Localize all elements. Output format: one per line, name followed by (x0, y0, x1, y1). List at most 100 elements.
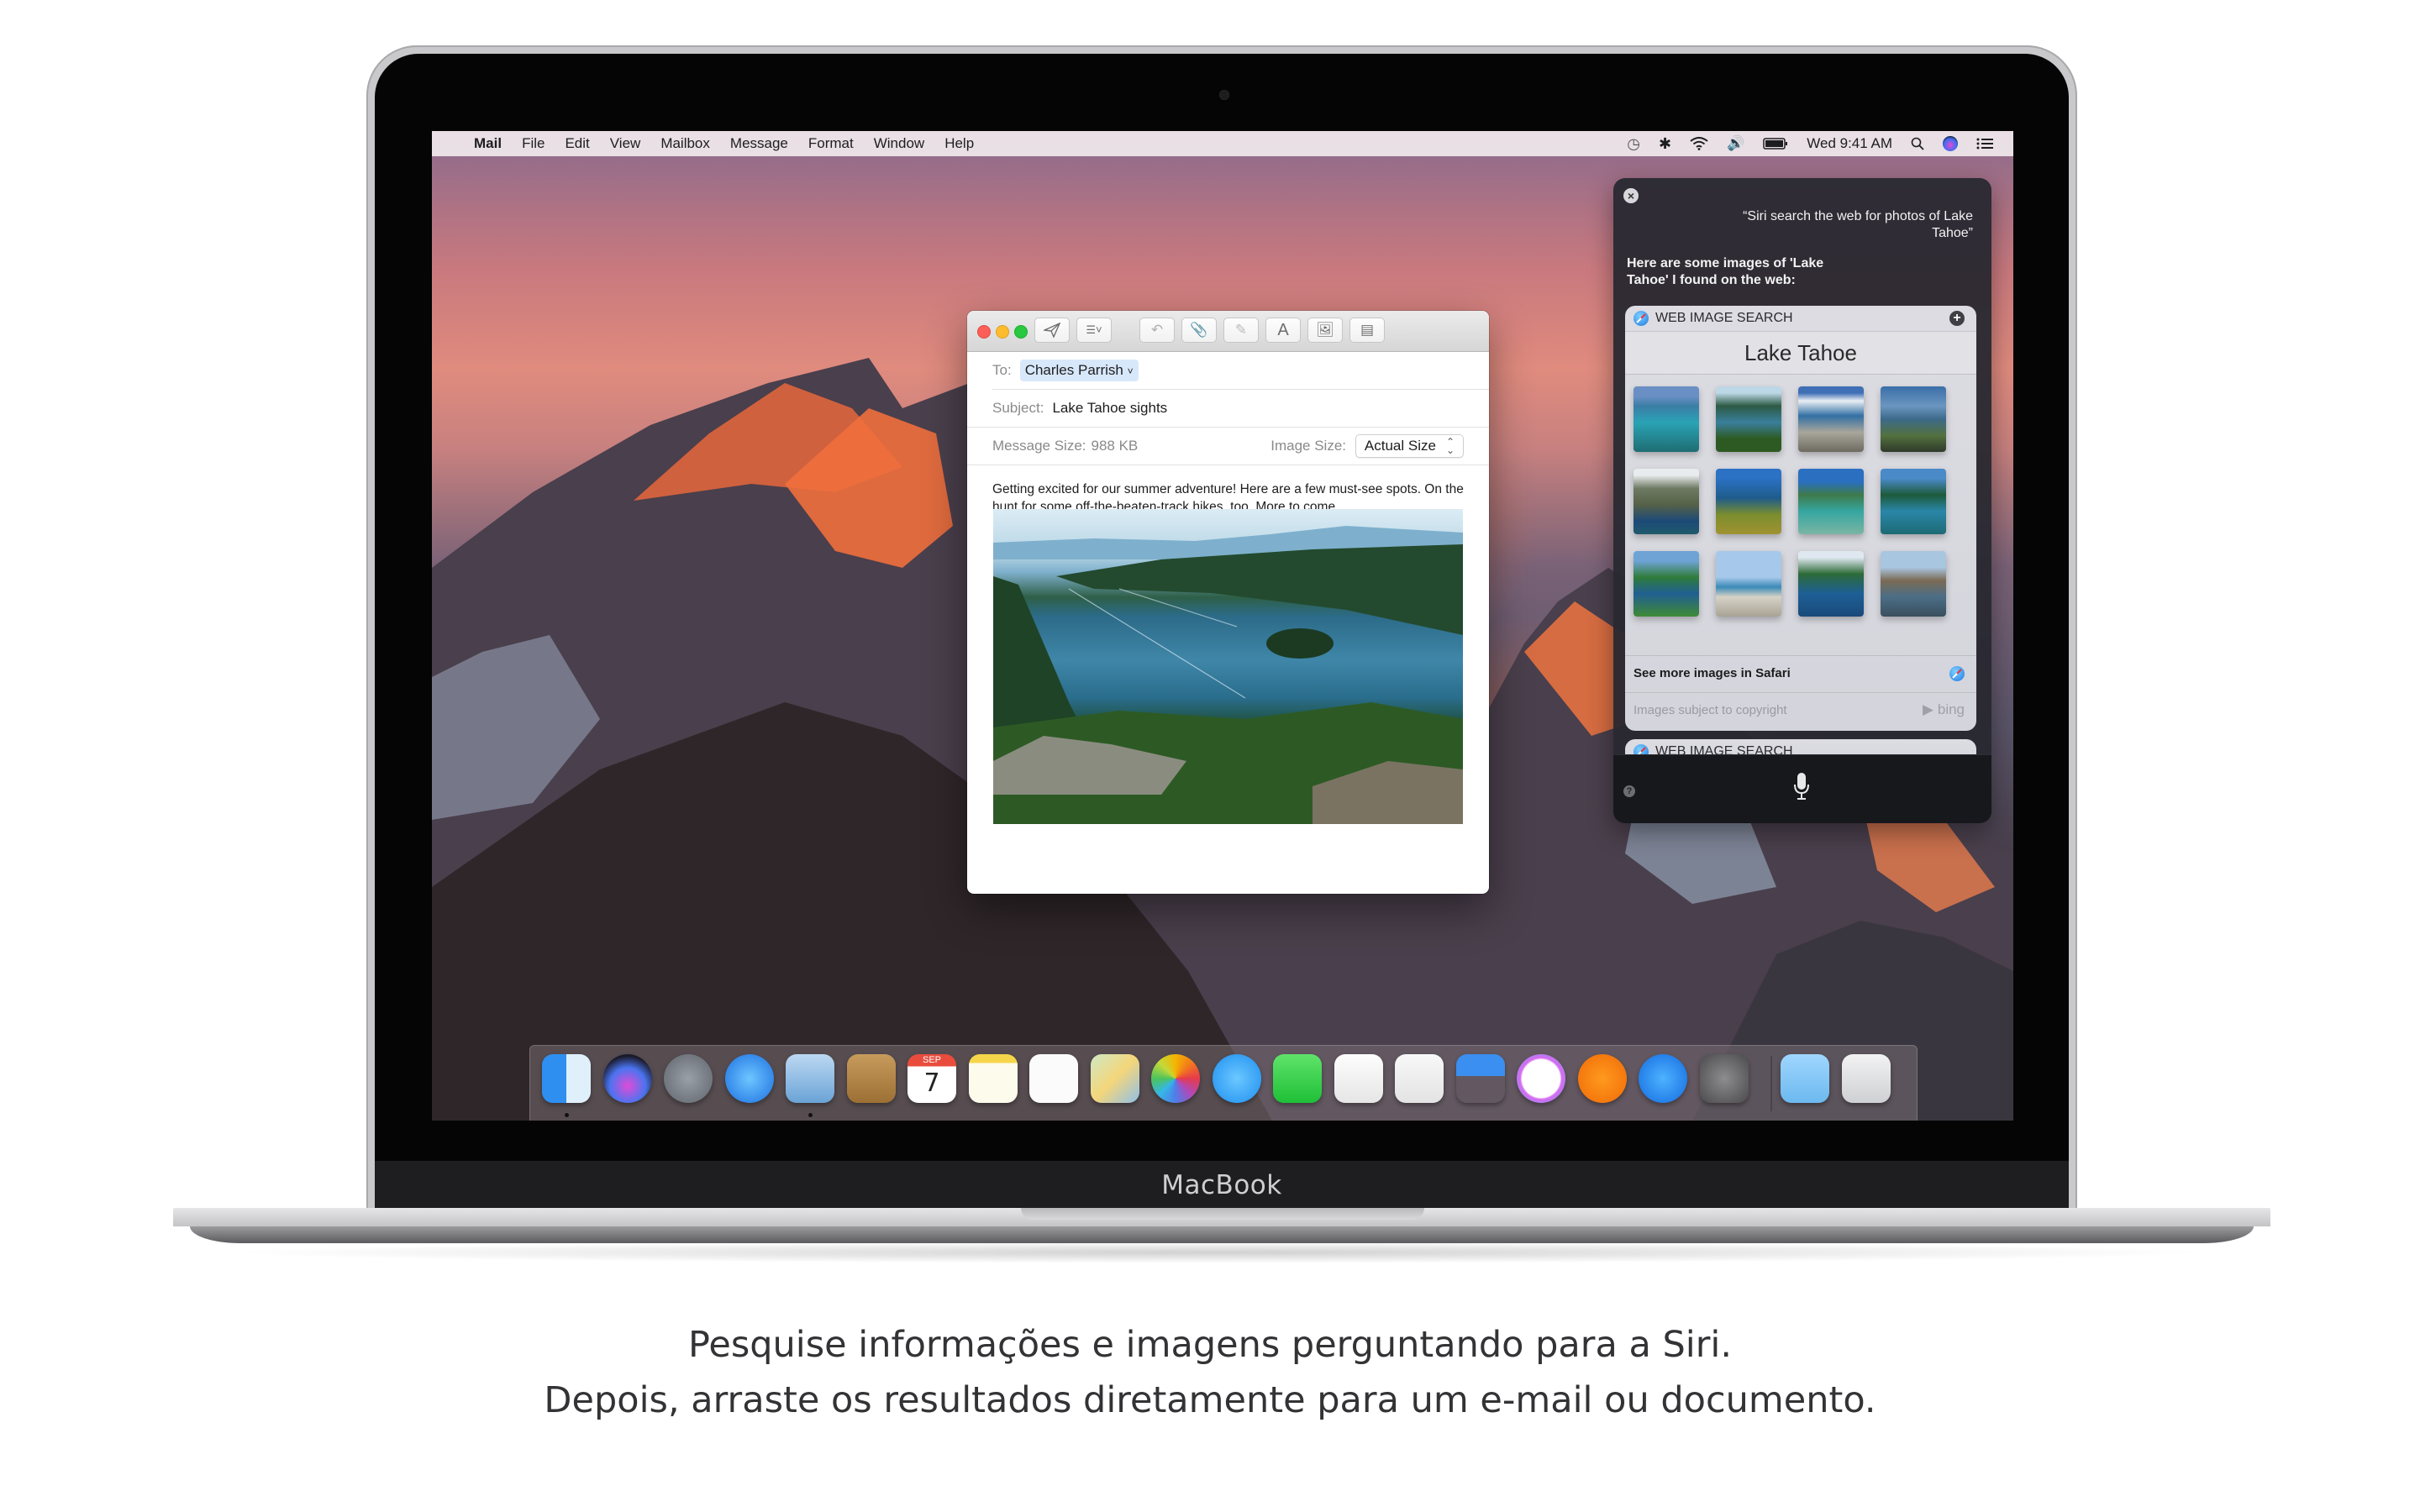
dock-messages-icon[interactable] (1212, 1054, 1261, 1103)
siri-close-button[interactable]: × (1623, 188, 1639, 203)
web-image-search-card: WEB IMAGE SEARCH + Lake Tahoe See more i… (1625, 306, 1976, 731)
device-label: MacBook (1161, 1170, 1282, 1200)
safari-icon (1949, 666, 1965, 681)
image-thumbnail-emerald-bay[interactable] (1716, 386, 1781, 452)
laptop-shadow (218, 1242, 2218, 1263)
dock-reminders-icon[interactable] (1029, 1054, 1078, 1103)
dock-trash-icon[interactable] (1841, 1054, 1891, 1103)
laptop-notch (1021, 1208, 1424, 1220)
dock-app-store-icon[interactable] (1639, 1054, 1687, 1103)
dock-contacts-icon[interactable] (846, 1054, 896, 1103)
copyright-notice: Images subject to copyright (1634, 703, 1787, 717)
time-machine-icon[interactable]: ◷ (1627, 135, 1640, 153)
format-button[interactable]: A (1265, 318, 1301, 343)
zoom-window-button[interactable] (1014, 325, 1028, 339)
dock-mail-icon[interactable] (786, 1054, 834, 1103)
menu-edit[interactable]: Edit (565, 135, 589, 152)
dock-notes-icon[interactable] (968, 1054, 1018, 1103)
dock: SEP 7 (529, 1045, 1918, 1121)
image-thumbnail-sand-harbor[interactable] (1634, 386, 1699, 452)
dock-finder-icon[interactable] (542, 1054, 591, 1103)
dock-facetime-icon[interactable] (1273, 1054, 1322, 1103)
menu-format[interactable]: Format (808, 135, 854, 152)
siri-response: Here are some images of 'Lake Tahoe' I f… (1627, 256, 1824, 287)
menu-bar: Mail File Edit View Mailbox Message Form… (432, 131, 2013, 156)
header-fields-button[interactable]: ☰˅ (1076, 318, 1112, 343)
menu-window[interactable]: Window (874, 135, 924, 152)
reply-arrow-icon: ↶ (1150, 322, 1164, 338)
spotlight-icon[interactable] (1911, 137, 1924, 150)
battery-icon[interactable] (1763, 138, 1788, 150)
image-thumbnail-emerald-bay-forest[interactable] (1716, 469, 1781, 534)
paperclip-icon: 📎 (1190, 322, 1208, 338)
subject-row[interactable]: Subject: Lake Tahoe sights (967, 390, 1489, 428)
format-text-icon: A (1277, 320, 1289, 339)
clock[interactable]: Wed 9:41 AM (1807, 135, 1892, 152)
siri-query: “Siri search the web for photos of Lake … (1743, 209, 1973, 240)
image-thumbnail-pine-lake[interactable] (1881, 469, 1946, 534)
dock-launchpad-icon[interactable] (664, 1054, 713, 1103)
calendar-day: 7 (923, 1068, 940, 1098)
reply-button[interactable]: ↶ (1139, 318, 1175, 343)
camera (1219, 90, 1229, 100)
stationery-button[interactable]: ▤ (1349, 318, 1385, 343)
image-grid (1625, 375, 1976, 657)
photo-browser-button[interactable]: 🖼 (1307, 318, 1343, 343)
menu-app-name[interactable]: Mail (474, 135, 502, 152)
microphone-icon[interactable] (1793, 772, 1810, 801)
see-more-in-safari-link[interactable]: See more images in Safari (1625, 655, 1976, 693)
message-size-value: 988 KB (1091, 438, 1139, 454)
image-thumbnail-rock-islet[interactable] (1798, 469, 1864, 534)
to-label: To: (992, 362, 1012, 378)
send-button[interactable] (1034, 318, 1070, 343)
dock-itunes-icon[interactable] (1517, 1054, 1565, 1103)
dock-ibooks-icon[interactable] (1577, 1054, 1627, 1103)
notification-center-icon[interactable] (1976, 138, 1993, 150)
mail-compose-window: ☰˅ ↶ 📎 ✎ A 🖼 ▤ To: Charles Parrish ˅ Sub… (967, 311, 1489, 894)
close-window-button[interactable] (977, 325, 991, 339)
dock-downloads-icon[interactable] (1781, 1054, 1829, 1103)
volume-icon[interactable]: 🔊 (1727, 135, 1744, 152)
image-thumbnail-mountain-overlook[interactable] (1881, 386, 1946, 452)
dock-system-preferences-icon[interactable] (1699, 1054, 1749, 1103)
recipient-token[interactable]: Charles Parrish ˅ (1019, 360, 1139, 381)
photo-icon: 🖼 (1316, 322, 1334, 338)
message-image-lake-tahoe[interactable] (993, 509, 1463, 824)
dock-calendar-icon[interactable]: SEP 7 (908, 1054, 956, 1103)
dock-pages-icon[interactable] (1334, 1054, 1383, 1103)
menu-help[interactable]: Help (944, 135, 974, 152)
wifi-icon[interactable] (1690, 137, 1708, 150)
menu-message[interactable]: Message (730, 135, 788, 152)
dock-siri-icon[interactable] (602, 1054, 652, 1103)
dock-photos-icon[interactable] (1151, 1054, 1200, 1103)
bluetooth-icon[interactable]: ✱ (1659, 135, 1671, 153)
dock-separator (1770, 1056, 1772, 1111)
caption-line-1: Pesquise informações e imagens perguntan… (687, 1324, 1733, 1366)
dock-maps-icon[interactable] (1090, 1054, 1139, 1103)
markup-button[interactable]: ✎ (1223, 318, 1259, 343)
image-thumbnail-rocky-shore[interactable] (1798, 386, 1864, 452)
dock-numbers-icon[interactable] (1395, 1054, 1444, 1103)
image-thumbnail-fannette-bay[interactable] (1634, 551, 1699, 617)
menu-mailbox[interactable]: Mailbox (660, 135, 710, 152)
subject-field[interactable]: Lake Tahoe sights (1052, 400, 1167, 417)
image-thumbnail-boulder-cove[interactable] (1881, 551, 1946, 617)
image-thumbnail-granite-shore[interactable] (1716, 551, 1781, 617)
caption-line-2: Depois, arraste os resultados diretament… (544, 1379, 1876, 1421)
add-to-notification-center-button[interactable]: + (1949, 311, 1965, 326)
card-title: Lake Tahoe (1625, 331, 1976, 375)
lake-photo (993, 526, 1463, 824)
help-icon[interactable]: ? (1623, 785, 1635, 797)
dock-safari-icon[interactable] (724, 1054, 774, 1103)
attach-button[interactable]: 📎 (1181, 318, 1217, 343)
menu-view[interactable]: View (610, 135, 641, 152)
card-header-label: WEB IMAGE SEARCH (1655, 311, 1793, 325)
menu-file[interactable]: File (522, 135, 544, 152)
see-more-label: See more images in Safari (1634, 666, 1791, 680)
minimize-window-button[interactable] (996, 325, 1009, 339)
dock-keynote-icon[interactable] (1455, 1054, 1505, 1103)
image-thumbnail-fannette-island[interactable] (1798, 551, 1864, 617)
siri-icon[interactable] (1943, 136, 1958, 151)
image-thumbnail-aerial-shore[interactable] (1634, 469, 1699, 534)
image-size-select[interactable]: Actual Size ⌃ ⌄ (1355, 434, 1464, 458)
